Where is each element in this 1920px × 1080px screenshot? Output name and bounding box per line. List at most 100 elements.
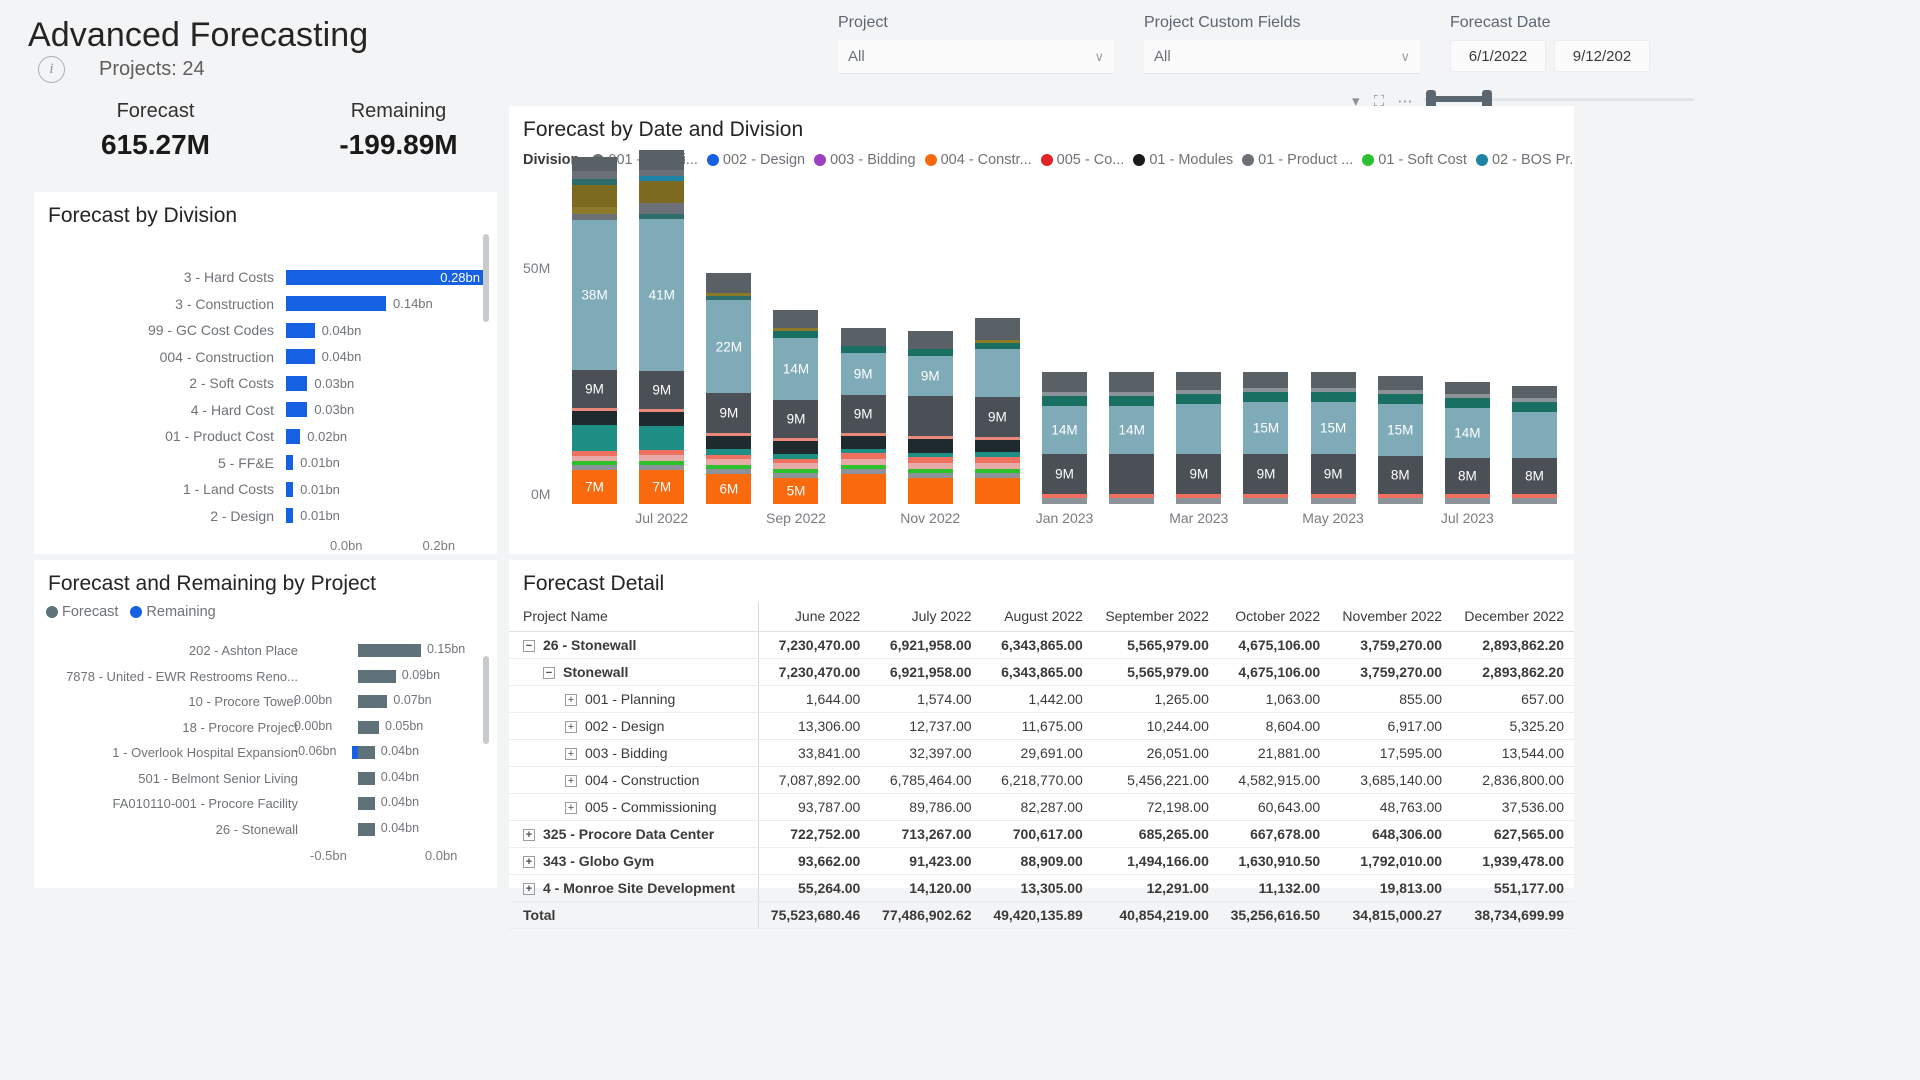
column-segment[interactable] [706,436,752,449]
division-bar-row[interactable]: 5 - FF&E 0.01bn [34,450,497,477]
column-segment[interactable]: 9M [639,371,685,409]
filter-custom-fields-dropdown[interactable]: All ∨ [1144,40,1420,74]
column-segment[interactable] [1377,394,1423,404]
project-forecast-bar[interactable] [358,644,421,657]
column-segment[interactable]: 15M [1243,402,1289,454]
stacked-column[interactable]: 9M 9M [840,328,886,504]
date-start-input[interactable]: 6/1/2022 [1450,40,1546,72]
column-segment[interactable]: 15M [1377,404,1423,456]
division-bar[interactable]: 0.28bn [286,269,486,285]
column-segment[interactable] [1512,412,1558,458]
legend-item[interactable]: 01 - Modules [1133,152,1233,168]
table-row[interactable]: +325 - Procore Data Center 722,752.00 713,… [509,820,1574,848]
stacked-column[interactable]: 14M 9M 5M [773,310,819,504]
project-bar-row[interactable]: 501 - Belmont Senior Living 0.04bn [34,766,497,792]
division-scrollbar[interactable] [483,234,489,322]
project-bar-row[interactable]: 18 - Procore Project 0.05bn 0.00bn [34,715,497,741]
column-segment[interactable] [840,436,886,449]
project-forecast-bar[interactable] [358,720,379,734]
stacked-column[interactable]: 14M 8M [1444,382,1490,504]
division-bar-row[interactable]: 01 - Product Cost 0.02bn [34,423,497,450]
row-expander-icon[interactable]: + [523,829,535,842]
row-expander-icon[interactable]: + [565,721,577,734]
table-row[interactable]: +4 - Monroe Site Development 55,264.00 14,… [509,874,1574,902]
column-segment[interactable] [1444,398,1490,408]
legend-item[interactable]: 01 - Product ... [1242,152,1353,168]
row-expander-icon[interactable]: − [523,640,535,653]
filter-project-dropdown[interactable]: All ∨ [838,40,1114,74]
table-column-header[interactable]: June 2022 [758,602,871,632]
column-segment[interactable] [572,411,618,425]
column-segment[interactable] [1109,396,1155,406]
row-expander-icon[interactable]: − [543,667,555,680]
column-segment[interactable] [1176,404,1222,454]
column-segment[interactable] [907,331,953,349]
column-segment[interactable] [840,474,886,504]
table-column-header[interactable]: December 2022 [1452,602,1574,632]
division-bar-row[interactable]: 1 - Land Costs 0.01bn [34,476,497,503]
column-segment[interactable] [706,273,752,293]
column-segment[interactable]: 9M [1176,454,1222,494]
column-segment[interactable] [974,440,1020,452]
column-segment[interactable] [773,331,819,338]
table-column-header[interactable]: October 2022 [1218,602,1331,632]
column-segment[interactable]: 7M [639,470,685,504]
project-forecast-bar[interactable] [358,695,388,708]
row-expander-icon[interactable]: + [523,856,535,869]
column-segment[interactable] [1310,372,1356,388]
date-end-input[interactable]: 9/12/202 [1554,40,1650,72]
legend-item[interactable]: 004 - Constr... [924,152,1032,168]
table-column-header[interactable]: November 2022 [1330,602,1453,632]
table-row[interactable]: +001 - Planning 1,644.00 1,574.00 1,442.00 1… [509,685,1574,713]
column-segment[interactable] [773,310,819,328]
table-row[interactable]: +005 - Commissioning 93,787.00 89,786.00 82… [509,793,1574,821]
table-column-header[interactable]: August 2022 [981,602,1093,632]
column-segment[interactable] [1109,454,1155,494]
division-bar[interactable] [286,455,294,471]
division-bar[interactable] [286,481,294,497]
column-segment[interactable] [907,396,953,436]
stacked-column[interactable]: 41M 9M 7M [639,150,685,504]
column-segment[interactable] [572,171,618,179]
column-segment[interactable] [1243,392,1289,402]
division-bar[interactable] [286,428,301,444]
column-segment[interactable]: 14M [773,338,819,400]
column-segment[interactable]: 9M [1042,454,1088,494]
division-bar-row[interactable]: 4 - Hard Cost 0.03bn [34,397,497,424]
division-bar[interactable] [286,375,308,391]
stacked-column[interactable]: 15M 8M [1377,376,1423,504]
project-forecast-bar[interactable] [358,797,375,810]
row-expander-icon[interactable]: + [565,694,577,707]
project-bar-row[interactable]: 7878 - United - EWR Restrooms Reno... 0.0… [34,664,497,690]
column-segment[interactable] [974,349,1020,397]
column-segment[interactable] [639,203,685,214]
column-segment[interactable] [639,181,685,203]
stacked-column[interactable]: 9M [1176,372,1222,504]
project-bar-row[interactable]: 1 - Overlook Hospital Expansion 0.04bn -0.… [34,740,497,766]
stacked-column[interactable]: 22M 9M 6M [706,273,752,504]
legend-item[interactable]: 005 - Co... [1040,152,1124,168]
column-segment[interactable]: 8M [1444,458,1490,494]
column-segment[interactable]: 5M [773,478,819,504]
table-row[interactable]: +002 - Design 13,306.00 12,737.00 11,675.00… [509,712,1574,740]
stacked-column[interactable]: 8M [1512,386,1558,504]
division-bar-row[interactable]: 2 - Soft Costs 0.03bn [34,370,497,397]
division-bar[interactable] [286,349,315,365]
column-segment[interactable] [1042,396,1088,406]
project-bar-row[interactable]: FA010110-001 - Procore Facility 0.04bn [34,791,497,817]
project-scrollbar[interactable] [483,656,489,744]
column-segment[interactable]: 9M [706,393,752,433]
column-segment[interactable] [1109,372,1155,392]
column-segment[interactable] [1377,376,1423,390]
legend-item[interactable]: 01 - Soft Cost [1362,152,1467,168]
column-segment[interactable] [840,328,886,346]
column-segment[interactable] [840,346,886,353]
project-forecast-bar[interactable] [358,669,396,683]
column-segment[interactable] [1042,372,1088,392]
column-segment[interactable] [639,150,685,170]
legend-item[interactable]: 02 - BOS Pr... [1475,152,1574,168]
division-bar-row[interactable]: 004 - Construction 0.04bn [34,344,497,371]
project-legend-item[interactable]: Remaining [130,604,216,620]
column-segment[interactable]: 7M [572,470,618,504]
column-segment[interactable] [639,412,685,426]
